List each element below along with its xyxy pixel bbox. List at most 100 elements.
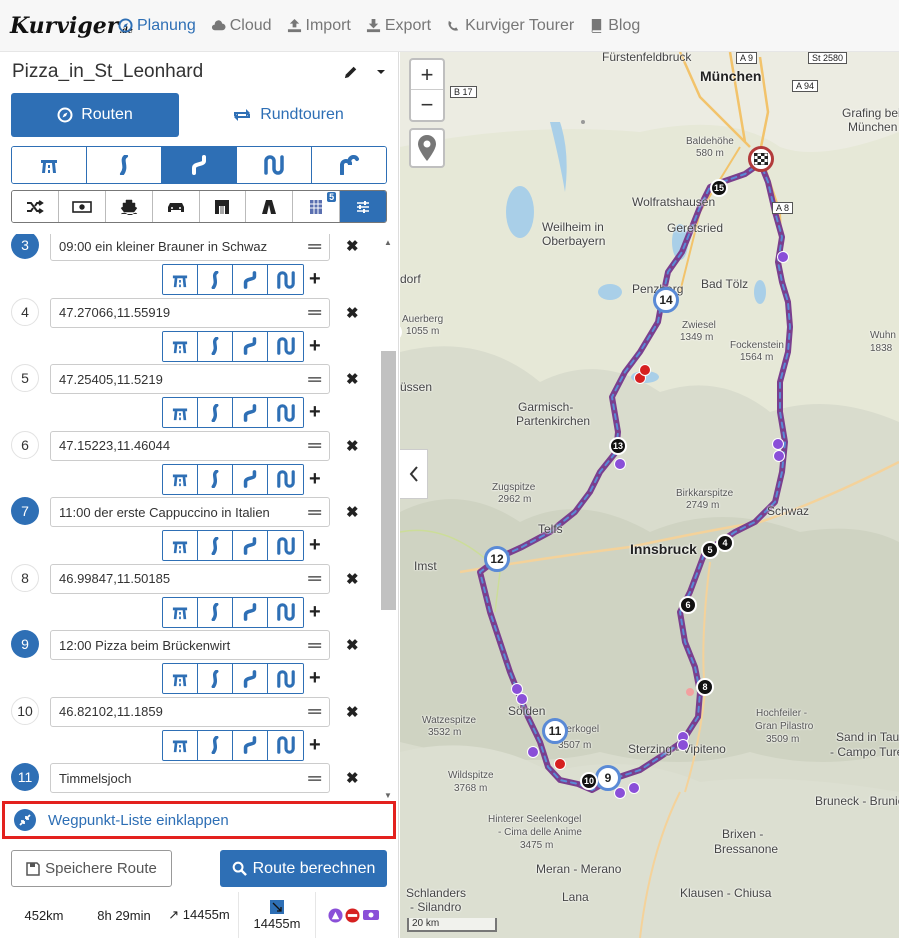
drag-handle-icon[interactable]: ═ <box>308 435 321 456</box>
nav-kurviger-tourer[interactable]: Kurviger Tourer <box>446 17 574 35</box>
segment-curvier-button[interactable] <box>233 531 268 560</box>
profile-fastest-button[interactable] <box>12 147 87 183</box>
route-warnings[interactable] <box>316 892 392 938</box>
tunnel-warning-icon[interactable] <box>614 787 626 799</box>
remove-waypoint-button[interactable]: ✖ <box>346 437 359 455</box>
profile-curviest-button[interactable] <box>237 147 312 183</box>
insert-waypoint-button[interactable]: + <box>309 401 321 424</box>
drag-handle-icon[interactable]: ═ <box>308 236 321 257</box>
segment-fastest-button[interactable] <box>163 464 198 494</box>
insert-waypoint-button[interactable]: + <box>309 534 321 557</box>
segment-curvier-button[interactable] <box>233 398 268 427</box>
segment-fastest-button[interactable] <box>163 398 198 427</box>
segment-curvy-button[interactable] <box>198 597 233 627</box>
segment-curviest-button[interactable] <box>268 265 303 294</box>
tunnel-warning-icon[interactable] <box>614 458 626 470</box>
insert-waypoint-button[interactable]: + <box>309 734 321 757</box>
profile-extra-curvy-button[interactable] <box>312 147 386 183</box>
collapse-waypoint-list-button[interactable]: Wegpunkt-Liste einklappen <box>2 801 396 839</box>
nav-cloud[interactable]: Cloud <box>211 17 272 35</box>
drag-handle-icon[interactable]: ═ <box>308 369 321 390</box>
waypoint-input[interactable]: 12:00 Pizza beim Brückenwirt ═ <box>50 630 330 660</box>
zoom-in-button[interactable]: + <box>411 60 443 90</box>
tunnel-warning-icon[interactable] <box>516 693 528 705</box>
avoid-car-button[interactable] <box>152 191 200 222</box>
segment-curviest-button[interactable] <box>268 398 303 427</box>
segment-curviest-button[interactable] <box>268 331 303 361</box>
avoid-ferry-button[interactable] <box>105 191 153 222</box>
tab-rundtouren[interactable]: Rundtouren <box>189 93 387 137</box>
waypoint-list-scrollbar[interactable]: ▲ ▼ <box>381 234 396 802</box>
segment-fastest-button[interactable] <box>163 664 198 693</box>
nav-export[interactable]: Export <box>366 17 431 35</box>
drag-handle-icon[interactable]: ═ <box>308 635 321 656</box>
avoid-areas-button[interactable]: 5 <box>293 191 341 222</box>
caret-down-icon[interactable] <box>376 67 386 77</box>
waypoint-number[interactable]: 6 <box>11 430 39 459</box>
tunnel-warning-icon[interactable] <box>773 450 785 462</box>
waypoint-number[interactable]: 4 <box>11 297 39 326</box>
route-marker[interactable]: 14 <box>653 287 679 313</box>
remove-waypoint-button[interactable]: ✖ <box>346 370 359 388</box>
waypoint-input[interactable]: 46.99847,11.50185 ═ <box>50 563 330 594</box>
waypoint-input[interactable]: Timmelsjoch ═ <box>50 763 330 793</box>
drag-handle-icon[interactable]: ═ <box>308 701 321 722</box>
segment-curviest-button[interactable] <box>268 730 303 760</box>
drag-handle-icon[interactable]: ═ <box>308 768 321 789</box>
remove-waypoint-button[interactable]: ✖ <box>346 570 359 588</box>
route-marker[interactable]: 6 <box>679 596 697 614</box>
remove-waypoint-button[interactable]: ✖ <box>346 703 359 721</box>
waypoint-input[interactable]: 46.82102,11.1859 ═ <box>50 696 330 727</box>
segment-curviest-button[interactable] <box>268 597 303 627</box>
waypoint-input[interactable]: 09:00 ein kleiner Brauner in Schwaz ═ <box>50 234 330 261</box>
finish-flag-marker[interactable] <box>748 146 774 172</box>
no-entry-icon[interactable] <box>554 758 566 770</box>
route-marker[interactable]: 10 <box>580 772 598 790</box>
insert-waypoint-button[interactable]: + <box>309 468 321 491</box>
segment-curviest-button[interactable] <box>268 664 303 693</box>
route-marker[interactable]: 11 <box>542 718 568 744</box>
tunnel-warning-icon[interactable] <box>777 251 789 263</box>
scroll-down-arrow[interactable]: ▼ <box>384 791 392 800</box>
segment-fastest-button[interactable] <box>163 597 198 627</box>
nav-blog[interactable]: Blog <box>589 17 640 35</box>
calculate-route-button[interactable]: Route berechnen <box>220 850 387 887</box>
segment-curvier-button[interactable] <box>233 331 268 361</box>
segment-curvy-button[interactable] <box>198 531 233 560</box>
route-marker[interactable]: 12 <box>484 546 510 572</box>
segment-curvy-button[interactable] <box>198 464 233 494</box>
waypoint-number[interactable]: 7 <box>11 497 39 525</box>
waypoint-number[interactable]: 3 <box>11 234 39 259</box>
remove-waypoint-button[interactable]: ✖ <box>346 503 359 521</box>
tunnel-warning-icon[interactable] <box>677 739 689 751</box>
save-route-button[interactable]: Speichere Route <box>11 850 172 887</box>
waypoint-number[interactable]: 11 <box>11 763 39 791</box>
kurviger-logo[interactable]: Kurviger .de <box>10 13 133 39</box>
avoid-unpaved-button[interactable] <box>246 191 294 222</box>
route-marker[interactable]: 5 <box>701 541 719 559</box>
waypoint-input[interactable]: 47.27066,11.55919 ═ <box>50 297 330 328</box>
waypoint-input[interactable]: 11:00 der erste Cappuccino in Italien ═ <box>50 497 330 527</box>
avoid-toll-button[interactable] <box>58 191 106 222</box>
map-view[interactable]: Fürstenfeldbruck München Grafing bei Mün… <box>400 52 899 938</box>
tab-routen[interactable]: Routen <box>11 93 179 137</box>
segment-curvy-button[interactable] <box>198 265 233 294</box>
tunnel-warning-icon[interactable] <box>628 782 640 794</box>
insert-waypoint-button[interactable]: + <box>309 335 321 358</box>
insert-waypoint-button[interactable]: + <box>309 268 321 291</box>
tunnel-warning-icon[interactable] <box>772 438 784 450</box>
route-marker[interactable]: 13 <box>609 437 627 455</box>
waypoint-number[interactable]: 10 <box>11 696 39 725</box>
shuffle-button[interactable] <box>12 191 59 222</box>
segment-fastest-button[interactable] <box>163 531 198 560</box>
no-entry-icon[interactable] <box>639 364 651 376</box>
sidebar-toggle-button[interactable] <box>400 449 428 499</box>
route-marker[interactable]: 15 <box>710 179 728 197</box>
segment-curvier-button[interactable] <box>233 664 268 693</box>
segment-fastest-button[interactable] <box>163 730 198 760</box>
insert-waypoint-button[interactable]: + <box>309 601 321 624</box>
segment-curvier-button[interactable] <box>233 597 268 627</box>
settings-sliders-button[interactable] <box>340 191 386 222</box>
waypoint-input[interactable]: 47.15223,11.46044 ═ <box>50 430 330 461</box>
drag-handle-icon[interactable]: ═ <box>308 302 321 323</box>
